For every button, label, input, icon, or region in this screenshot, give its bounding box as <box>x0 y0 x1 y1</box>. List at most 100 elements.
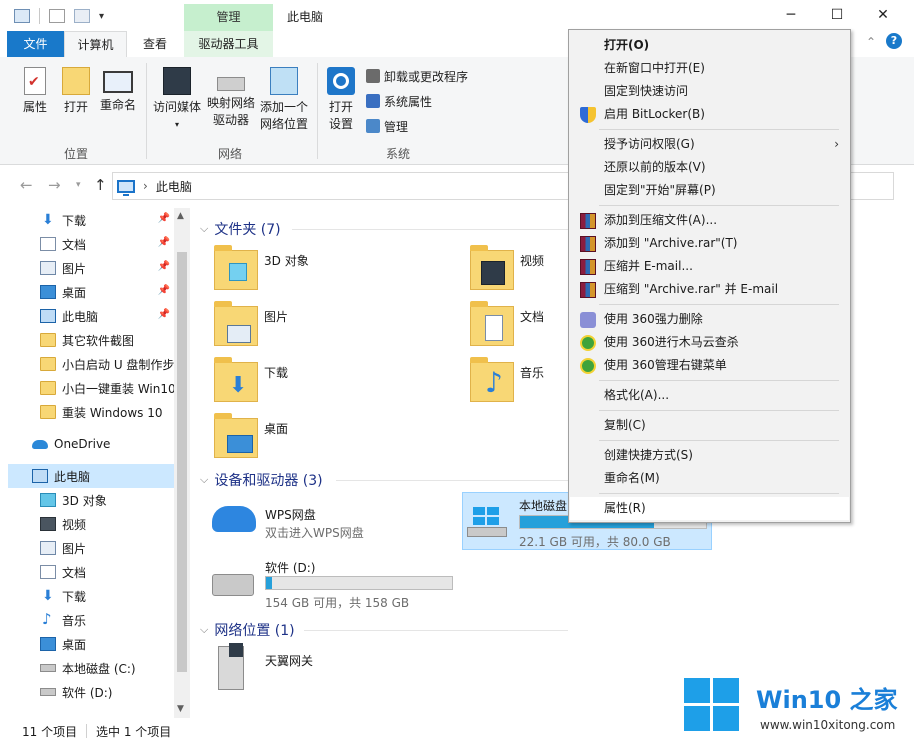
chevron-down-icon[interactable]: ⌵ <box>200 222 208 236</box>
nav-item-this-pc[interactable]: 此电脑 <box>8 464 174 488</box>
help-icon[interactable]: ? <box>886 33 902 49</box>
nav-item-pictures[interactable]: 图片 <box>8 536 174 560</box>
menu-item-360-manage-menu[interactable]: 使用 360管理右键菜单 <box>570 354 849 377</box>
section-header-network[interactable]: ⌵ 网络位置 (1) <box>200 620 295 640</box>
menu-item-add-to-archive-rar[interactable]: 添加到 "Archive.rar"(T) <box>570 232 849 255</box>
nav-item-downloads-pinned[interactable]: ⬇ 下载 📌 <box>8 208 174 232</box>
menu-item-format[interactable]: 格式化(A)... <box>570 384 849 407</box>
access-media-button[interactable]: 访问媒体 ▾ <box>152 67 202 133</box>
nav-item-desktop[interactable]: 桌面 <box>8 632 174 656</box>
nav-item-videos[interactable]: 视频 <box>8 512 174 536</box>
tab-file[interactable]: 文件 <box>7 31 64 57</box>
menu-item-restore-versions[interactable]: 还原以前的版本(V) <box>570 156 849 179</box>
menu-item-open[interactable]: 打开(O) <box>570 34 849 57</box>
menu-item-pin-quick-access[interactable]: 固定到快速访问 <box>570 80 849 103</box>
scroll-thumb[interactable] <box>177 252 187 672</box>
nav-item-documents[interactable]: 文档 <box>8 560 174 584</box>
menu-item-create-shortcut[interactable]: 创建快捷方式(S) <box>570 444 849 467</box>
maximize-button[interactable]: ☐ <box>814 0 860 31</box>
context-tab-group-manage: 管理 <box>184 4 273 31</box>
back-arrow-icon[interactable]: ← <box>20 176 33 194</box>
manage-button[interactable]: 管理 <box>366 117 408 135</box>
folder-tile-desktop[interactable]: 桌面 <box>214 413 464 466</box>
nav-item-onedrive[interactable]: OneDrive <box>8 432 174 456</box>
section-header-folders[interactable]: ⌵ 文件夹 (7) <box>200 219 281 239</box>
scroll-up-icon[interactable]: ▲ <box>177 211 184 221</box>
folder-name: 桌面 <box>264 422 289 436</box>
tab-view[interactable]: 查看 <box>132 31 178 57</box>
menu-item-360-force-delete[interactable]: 使用 360强力删除 <box>570 308 849 331</box>
nav-item-music[interactable]: ♪ 音乐 <box>8 608 174 632</box>
cube-icon <box>229 263 247 281</box>
menu-item-360-scan[interactable]: 使用 360进行木马云查杀 <box>570 331 849 354</box>
properties-icon[interactable] <box>49 9 65 23</box>
recent-locations-chevron-icon[interactable]: ▾ <box>76 180 81 190</box>
drive-tile-software-d[interactable]: 软件 (D:) 154 GB 可用，共 158 GB <box>212 556 462 610</box>
nav-item-folder[interactable]: 小白一键重装 Win10 <box>8 376 176 400</box>
up-arrow-icon[interactable]: ↑ <box>94 176 107 194</box>
nav-item-desktop-pinned[interactable]: 桌面 📌 <box>8 280 174 304</box>
menu-item-grant-access[interactable]: 授予访问权限(G) › <box>570 133 849 156</box>
divider <box>599 129 839 130</box>
nav-item-software-d[interactable]: 软件 (D:) <box>8 680 174 704</box>
menu-item-compress-email[interactable]: 压缩并 E-mail... <box>570 255 849 278</box>
breadcrumb[interactable]: 此电脑 <box>156 178 192 195</box>
menu-item-bitlocker[interactable]: 启用 BitLocker(B) <box>570 103 849 126</box>
pin-icon[interactable]: 📌 <box>158 261 170 272</box>
new-folder-icon[interactable] <box>74 9 90 23</box>
network-item-tile[interactable]: 天翼网关 <box>212 642 462 694</box>
folder-tile-3d-objects[interactable]: 3D 对象 <box>214 245 464 298</box>
properties-button[interactable]: ✔ 属性 <box>20 67 50 116</box>
tab-drive-tools[interactable]: 驱动器工具 <box>184 31 273 57</box>
pin-icon[interactable]: 📌 <box>158 309 170 320</box>
menu-item-add-to-archive[interactable]: 添加到压缩文件(A)... <box>570 209 849 232</box>
wps-cloud-drive-tile[interactable]: WPS网盘 双击进入WPS网盘 <box>212 500 462 552</box>
nav-item-folder[interactable]: 重装 Windows 10 <box>8 400 174 424</box>
chevron-down-icon[interactable]: ⌵ <box>200 623 208 637</box>
nav-item-local-disk-c[interactable]: 本地磁盘 (C:) <box>8 656 174 680</box>
open-settings-button[interactable]: 打开 设置 <box>324 67 358 133</box>
menu-item-pin-start[interactable]: 固定到"开始"屏幕(P) <box>570 179 849 202</box>
menu-item-rename[interactable]: 重命名(M) <box>570 467 849 490</box>
system-properties-button[interactable]: 系统属性 <box>366 92 432 110</box>
pin-icon[interactable]: 📌 <box>158 237 170 248</box>
nav-item-downloads[interactable]: ⬇ 下载 <box>8 584 174 608</box>
close-button[interactable]: ✕ <box>860 0 906 31</box>
map-network-drive-button[interactable]: 映射网络 驱动器 <box>206 67 256 129</box>
folder-tile-documents[interactable]: 文档 <box>470 301 566 354</box>
divider <box>599 304 839 305</box>
nav-item-documents-pinned[interactable]: 文档 📌 <box>8 232 174 256</box>
menu-item-compress-rar-email[interactable]: 压缩到 "Archive.rar" 并 E-mail <box>570 278 849 301</box>
nav-item-pictures-pinned[interactable]: 图片 📌 <box>8 256 174 280</box>
menu-item-copy[interactable]: 复制(C) <box>570 414 849 437</box>
pin-icon[interactable]: 📌 <box>158 285 170 296</box>
nav-item-3d-objects[interactable]: 3D 对象 <box>8 488 174 512</box>
minimize-button[interactable]: ─ <box>768 0 814 31</box>
section-header-devices[interactable]: ⌵ 设备和驱动器 (3) <box>200 470 323 490</box>
menu-item-properties[interactable]: 属性(R) <box>570 497 849 520</box>
folder-tile-music[interactable]: ♪ 音乐 <box>470 357 566 410</box>
drive-name: 软件 (D:) <box>265 561 316 575</box>
nav-item-folder[interactable]: 小白启动 U 盘制作步 <box>8 352 174 376</box>
tab-computer[interactable]: 计算机 <box>64 31 127 57</box>
breadcrumb-chevron-icon[interactable]: › <box>143 179 148 193</box>
scroll-down-icon[interactable]: ▼ <box>177 704 184 714</box>
folder-icon <box>470 301 514 346</box>
nav-scrollbar[interactable]: ▲ ▼ <box>174 208 190 718</box>
pin-icon[interactable]: 📌 <box>158 213 170 224</box>
forward-arrow-icon[interactable]: → <box>48 176 61 194</box>
folder-icon: ⬇ <box>214 357 258 402</box>
menu-item-open-new-window[interactable]: 在新窗口中打开(E) <box>570 57 849 80</box>
rename-button[interactable]: 重命名 <box>98 67 138 114</box>
folder-tile-downloads[interactable]: ⬇ 下载 <box>214 357 464 410</box>
collapse-ribbon-icon[interactable]: ⌃ <box>866 35 876 49</box>
nav-item-folder[interactable]: 其它软件截图 <box>8 328 174 352</box>
open-button[interactable]: 打开 <box>60 67 92 116</box>
add-network-location-button[interactable]: 添加一个 网络位置 <box>258 67 310 133</box>
chevron-down-icon[interactable]: ⌵ <box>200 473 208 487</box>
folder-tile-pictures[interactable]: 图片 <box>214 301 464 354</box>
uninstall-program-button[interactable]: 卸载或更改程序 <box>366 67 468 85</box>
nav-item-this-pc-pinned[interactable]: 此电脑 📌 <box>8 304 174 328</box>
folder-tile-videos[interactable]: 视频 <box>470 245 566 298</box>
customize-toolbar-chevron-icon[interactable]: ▾ <box>99 11 104 22</box>
